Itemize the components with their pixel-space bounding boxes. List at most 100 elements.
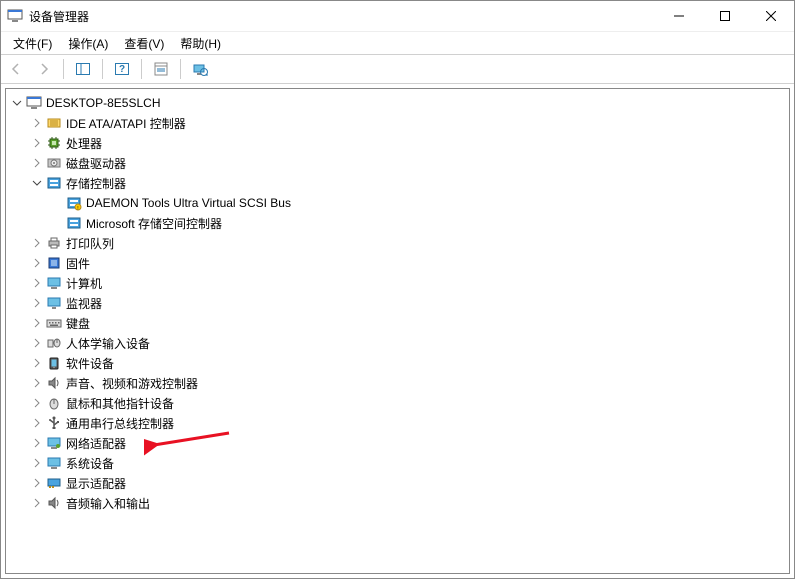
audio-io-icon: [46, 495, 62, 511]
printer-icon: [46, 235, 62, 251]
expand-icon[interactable]: [30, 136, 44, 150]
node-label: 网络适配器: [66, 435, 126, 452]
disk-icon: [46, 155, 62, 171]
device-manager-window: 设备管理器 文件(F) 操作(A) 查看(V) 帮助(H): [0, 0, 795, 579]
tree-item-cpu[interactable]: 处理器: [30, 133, 789, 153]
expand-icon[interactable]: [30, 156, 44, 170]
menubar: 文件(F) 操作(A) 查看(V) 帮助(H): [1, 32, 794, 54]
sound-icon: [46, 375, 62, 391]
expand-icon[interactable]: [30, 316, 44, 330]
computer-icon: [46, 275, 62, 291]
node-label: 通用串行总线控制器: [66, 415, 174, 432]
monitor-icon: [46, 295, 62, 311]
expand-icon[interactable]: [30, 476, 44, 490]
menu-file[interactable]: 文件(F): [5, 33, 60, 54]
node-label: 声音、视频和游戏控制器: [66, 375, 198, 392]
tree-item-disk[interactable]: 磁盘驱动器: [30, 153, 789, 173]
toolbar-separator: [180, 59, 181, 79]
expand-icon[interactable]: [10, 96, 24, 110]
tree-item-ide[interactable]: IDE ATA/ATAPI 控制器: [30, 113, 789, 133]
svg-text:!: !: [77, 206, 78, 211]
usb-icon: [46, 415, 62, 431]
node-label: 计算机: [66, 275, 102, 292]
storage-device-icon: !: [66, 195, 82, 211]
keyboard-icon: [46, 315, 62, 331]
expand-icon[interactable]: [30, 436, 44, 450]
expand-icon[interactable]: [30, 416, 44, 430]
expand-icon[interactable]: [30, 336, 44, 350]
node-label: 打印队列: [66, 235, 114, 252]
firmware-icon: [46, 255, 62, 271]
help-button[interactable]: ?: [109, 56, 135, 82]
tree-item-usb[interactable]: 通用串行总线控制器: [30, 413, 789, 433]
node-label: 处理器: [66, 135, 102, 152]
node-label: 存储控制器: [66, 175, 126, 192]
menu-action[interactable]: 操作(A): [60, 33, 116, 54]
expand-icon[interactable]: [30, 456, 44, 470]
tree-item-network[interactable]: 网络适配器: [30, 433, 789, 453]
tree-item-storage[interactable]: 存储控制器: [30, 173, 789, 193]
show-hide-tree-button[interactable]: [70, 56, 96, 82]
menu-view[interactable]: 查看(V): [116, 33, 172, 54]
node-label: DESKTOP-8E5SLCH: [46, 96, 161, 110]
tree-item-audio-io[interactable]: 音频输入和输出: [30, 493, 789, 513]
forward-button[interactable]: [31, 56, 57, 82]
tree-item-mouse[interactable]: 鼠标和其他指针设备: [30, 393, 789, 413]
node-label: 软件设备: [66, 355, 114, 372]
cpu-icon: [46, 135, 62, 151]
tree-item-software-devices[interactable]: 软件设备: [30, 353, 789, 373]
window-controls: [656, 1, 794, 31]
expand-icon[interactable]: [30, 296, 44, 310]
tree-root[interactable]: DESKTOP-8E5SLCH: [10, 93, 789, 113]
expand-icon[interactable]: [30, 356, 44, 370]
menu-help[interactable]: 帮助(H): [172, 33, 229, 54]
expand-icon[interactable]: [30, 496, 44, 510]
tree-item-monitor[interactable]: 监视器: [30, 293, 789, 313]
scan-hardware-button[interactable]: [187, 56, 213, 82]
expand-icon[interactable]: [30, 116, 44, 130]
tree-item-keyboard[interactable]: 键盘: [30, 313, 789, 333]
toolbar-separator: [63, 59, 64, 79]
close-button[interactable]: [748, 1, 794, 31]
svg-text:?: ?: [119, 64, 125, 75]
node-label: 固件: [66, 255, 90, 272]
tree-item-sound[interactable]: 声音、视频和游戏控制器: [30, 373, 789, 393]
toolbar: ?: [1, 54, 794, 84]
tree-item-daemon-tools[interactable]: ! DAEMON Tools Ultra Virtual SCSI Bus: [50, 193, 789, 213]
maximize-button[interactable]: [702, 1, 748, 31]
storage-device-icon: [66, 215, 82, 231]
expand-icon[interactable]: [30, 376, 44, 390]
software-device-icon: [46, 355, 62, 371]
expand-icon[interactable]: [30, 276, 44, 290]
mouse-icon: [46, 395, 62, 411]
ide-icon: [46, 115, 62, 131]
tree-item-computer[interactable]: 计算机: [30, 273, 789, 293]
toolbar-separator: [102, 59, 103, 79]
device-tree[interactable]: DESKTOP-8E5SLCH IDE ATA/ATAPI 控制器 处理器: [5, 88, 790, 574]
tree-item-hid[interactable]: 人体学输入设备: [30, 333, 789, 353]
node-label: 鼠标和其他指针设备: [66, 395, 174, 412]
node-label: 显示适配器: [66, 475, 126, 492]
back-button[interactable]: [3, 56, 29, 82]
computer-icon: [26, 95, 42, 111]
expand-icon[interactable]: [30, 176, 44, 190]
tree-item-system[interactable]: 系统设备: [30, 453, 789, 473]
display-adapter-icon: [46, 475, 62, 491]
tree-item-ms-storage-spaces[interactable]: Microsoft 存储空间控制器: [50, 213, 789, 233]
tree-item-display[interactable]: 显示适配器: [30, 473, 789, 493]
node-label: IDE ATA/ATAPI 控制器: [66, 115, 186, 132]
node-label: DAEMON Tools Ultra Virtual SCSI Bus: [86, 196, 291, 210]
node-label: 磁盘驱动器: [66, 155, 126, 172]
minimize-button[interactable]: [656, 1, 702, 31]
expand-icon[interactable]: [30, 236, 44, 250]
tree-item-print-queue[interactable]: 打印队列: [30, 233, 789, 253]
app-icon: [7, 8, 23, 24]
network-icon: [46, 435, 62, 451]
expand-icon[interactable]: [30, 256, 44, 270]
tree-item-firmware[interactable]: 固件: [30, 253, 789, 273]
window-title: 设备管理器: [29, 8, 89, 25]
expand-icon[interactable]: [30, 396, 44, 410]
storage-controller-icon: [46, 175, 62, 191]
system-icon: [46, 455, 62, 471]
properties-button[interactable]: [148, 56, 174, 82]
